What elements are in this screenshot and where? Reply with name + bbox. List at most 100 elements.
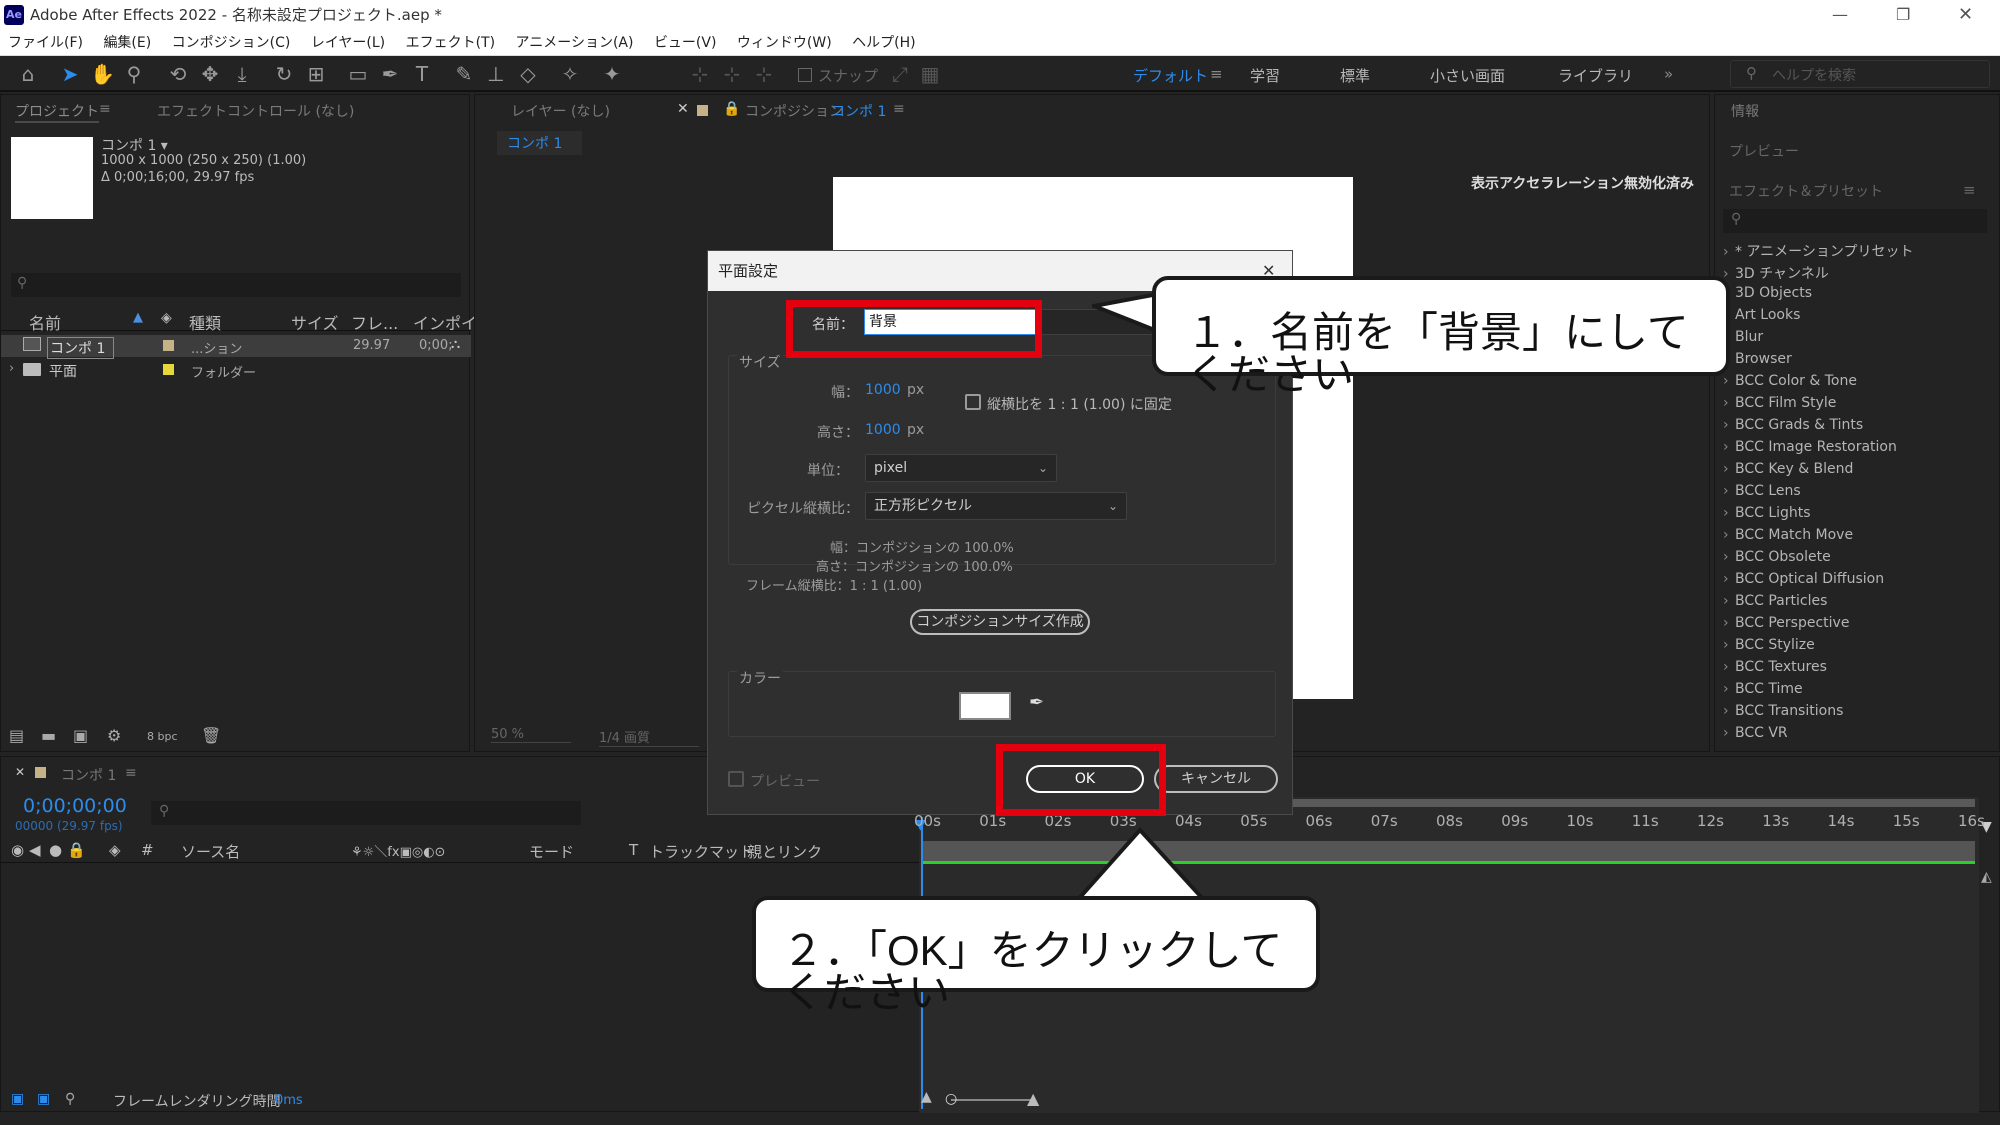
menu-layer[interactable]: レイヤー(L) [311, 35, 385, 51]
mode-column[interactable]: モード [529, 841, 574, 862]
comp-mini-flowchart-icon[interactable]: ▣ [11, 1091, 24, 1107]
interpret-footage-icon[interactable]: ▤ [9, 726, 24, 745]
project-row-comp[interactable]: コンポ 1 ...ション 29.97 0;00; ⛬ [1, 335, 471, 359]
comp-name[interactable]: コンポ 1 ▾ [101, 135, 168, 155]
trackmatte-column[interactable]: トラックマット [649, 841, 754, 862]
render-toggle-icon[interactable]: ▣ [37, 1091, 50, 1107]
col-frame-rate[interactable]: フレ... [351, 310, 398, 334]
tab-composition-prefix[interactable]: コンポジション [745, 101, 843, 121]
eye-icon[interactable]: ◉ [11, 841, 24, 859]
pixel-aspect-dropdown[interactable]: 正方形ピクセル ⌄ [865, 492, 1127, 520]
effect-category[interactable]: ›Art Looks [1723, 307, 1993, 329]
effect-category[interactable]: ›Blur [1723, 329, 1993, 351]
effect-category[interactable]: › BCC Optical Diffusion [1723, 571, 1993, 593]
col-size[interactable]: サイズ [291, 310, 339, 334]
snapshot-icon[interactable]: ◭ [1981, 869, 1992, 885]
timeline-tab[interactable]: コンポ 1 [61, 765, 116, 785]
workspace-small-screen[interactable]: 小さい画面 [1430, 65, 1505, 86]
make-comp-size-button[interactable]: コンポジションサイズ作成 [910, 609, 1090, 635]
preview-panel-tab[interactable]: プレビュー [1729, 141, 1799, 161]
effects-search[interactable] [1723, 209, 1987, 233]
effect-category[interactable]: › BCC Transitions [1723, 703, 1993, 725]
effect-category[interactable]: › BCC Image Restoration [1723, 439, 1993, 461]
color-swatch[interactable] [959, 692, 1011, 720]
axis-world-icon[interactable]: ⊹ [720, 62, 744, 86]
workspace-learn[interactable]: 学習 [1250, 65, 1280, 86]
selection-tool-icon[interactable]: ➤ [58, 62, 82, 86]
tab-layer[interactable]: レイヤー (なし) [511, 101, 610, 121]
roto-tool-icon[interactable]: ✧ [558, 62, 582, 86]
close-tab-icon[interactable]: ✕ [677, 101, 689, 117]
effect-category[interactable]: › BCC Key & Blend [1723, 461, 1993, 483]
resolution-dropdown[interactable]: 1/4 画質 [599, 727, 699, 747]
close-icon[interactable]: ✕ [1958, 0, 1973, 30]
snap-checkbox[interactable] [798, 68, 812, 82]
workspace-standard[interactable]: 標準 [1340, 65, 1370, 86]
info-panel-tab[interactable]: 情報 [1731, 101, 1759, 121]
effect-category[interactable]: › BCC VR [1723, 725, 1993, 747]
snap-edge-icon[interactable]: ⤢ [888, 62, 912, 86]
effect-category[interactable]: › BCC Perspective [1723, 615, 1993, 637]
effect-category[interactable]: › BCC Match Move [1723, 527, 1993, 549]
col-type[interactable]: 種類 [189, 310, 221, 334]
source-name-column[interactable]: ソース名 [181, 841, 240, 862]
unit-dropdown[interactable]: pixel ⌄ [865, 454, 1057, 482]
effect-category[interactable]: › BCC Particles [1723, 593, 1993, 615]
clone-tool-icon[interactable]: ⊥ [484, 62, 508, 86]
effects-presets-tab[interactable]: エフェクト＆プリセット [1729, 181, 1883, 201]
height-value[interactable]: 1000 [865, 422, 901, 438]
audio-icon[interactable]: ◀ [29, 841, 41, 859]
axis-view-icon[interactable]: ⊹ [752, 62, 776, 86]
pan-tool-icon[interactable]: ✥ [198, 62, 222, 86]
timeline-close-icon[interactable]: ✕ [15, 765, 25, 779]
menu-animation[interactable]: アニメーション(A) [516, 35, 634, 51]
lock-icon[interactable]: 🔒 [723, 101, 740, 117]
menu-effect[interactable]: エフェクト(T) [406, 35, 495, 51]
timeline-menu-icon[interactable]: ≡ [125, 765, 137, 781]
home-icon[interactable]: ⌂ [16, 62, 40, 86]
switches-icons[interactable]: ⚘☼＼fx▣◎◐⊙ [351, 841, 445, 860]
pen-tool-icon[interactable]: ✒ [378, 62, 402, 86]
preview-checkbox[interactable] [728, 771, 744, 787]
effects-menu-icon[interactable]: ≡ [1963, 181, 1976, 199]
new-comp-icon[interactable]: ▣ [73, 726, 88, 745]
effect-category[interactable]: ›3D Objects [1723, 285, 1993, 307]
panel-menu-icon[interactable]: ≡ [99, 101, 111, 117]
project-settings-icon[interactable]: ⚙ [107, 726, 121, 745]
cancel-button[interactable]: キャンセル [1154, 765, 1278, 793]
timeline-search[interactable] [151, 801, 581, 825]
bpc-label[interactable]: 8 bpc [147, 730, 178, 743]
hand-tool-icon[interactable]: ✋ [90, 62, 115, 86]
effect-category[interactable]: › BCC Film Style [1723, 395, 1993, 417]
effect-category[interactable]: › BCC Textures [1723, 659, 1993, 681]
tab-composition-name[interactable]: コンポ 1 [831, 101, 886, 121]
project-search[interactable] [11, 273, 461, 297]
search-help-box[interactable] [1730, 60, 1990, 88]
zoom-tool-icon[interactable]: ⚲ [122, 62, 146, 86]
menu-composition[interactable]: コンポジション(C) [172, 35, 291, 51]
workspace-default[interactable]: デフォルト [1133, 65, 1208, 86]
trash-icon[interactable]: 🗑 [201, 726, 221, 745]
zoom-dropdown[interactable]: 50 % [491, 727, 571, 743]
menu-window[interactable]: ウィンドウ(W) [737, 35, 832, 51]
effect-category[interactable]: › BCC Color & Tone [1723, 373, 1993, 395]
effect-category[interactable]: › BCC Lens [1723, 483, 1993, 505]
tab-project[interactable]: プロジェクト [15, 101, 99, 123]
eraser-tool-icon[interactable]: ◇ [516, 62, 540, 86]
workspace-more-icon[interactable]: » [1664, 65, 1673, 83]
effect-category[interactable]: › BCC Stylize [1723, 637, 1993, 659]
effect-category[interactable]: › BCC Lights [1723, 505, 1993, 527]
minimize-icon[interactable]: — [1832, 0, 1848, 30]
expand-arrow-icon[interactable]: › [9, 361, 14, 376]
flowchart-icon[interactable]: ⛬ [451, 337, 460, 352]
axis-local-icon[interactable]: ⊹ [688, 62, 712, 86]
current-timecode[interactable]: 0;00;00;00 [23, 795, 127, 817]
col-name[interactable]: 名前 [29, 310, 61, 334]
menu-help[interactable]: ヘルプ(H) [852, 35, 915, 51]
project-row-folder[interactable]: › 平面 フォルダー [1, 359, 471, 381]
effect-category[interactable]: › BCC Time [1723, 681, 1993, 703]
width-value[interactable]: 1000 [865, 382, 901, 398]
puppet-tool-icon[interactable]: ✦ [600, 62, 624, 86]
zoom-in-icon[interactable]: ▲ [1027, 1089, 1039, 1108]
snap-grid-icon[interactable]: ▦ [918, 62, 942, 86]
